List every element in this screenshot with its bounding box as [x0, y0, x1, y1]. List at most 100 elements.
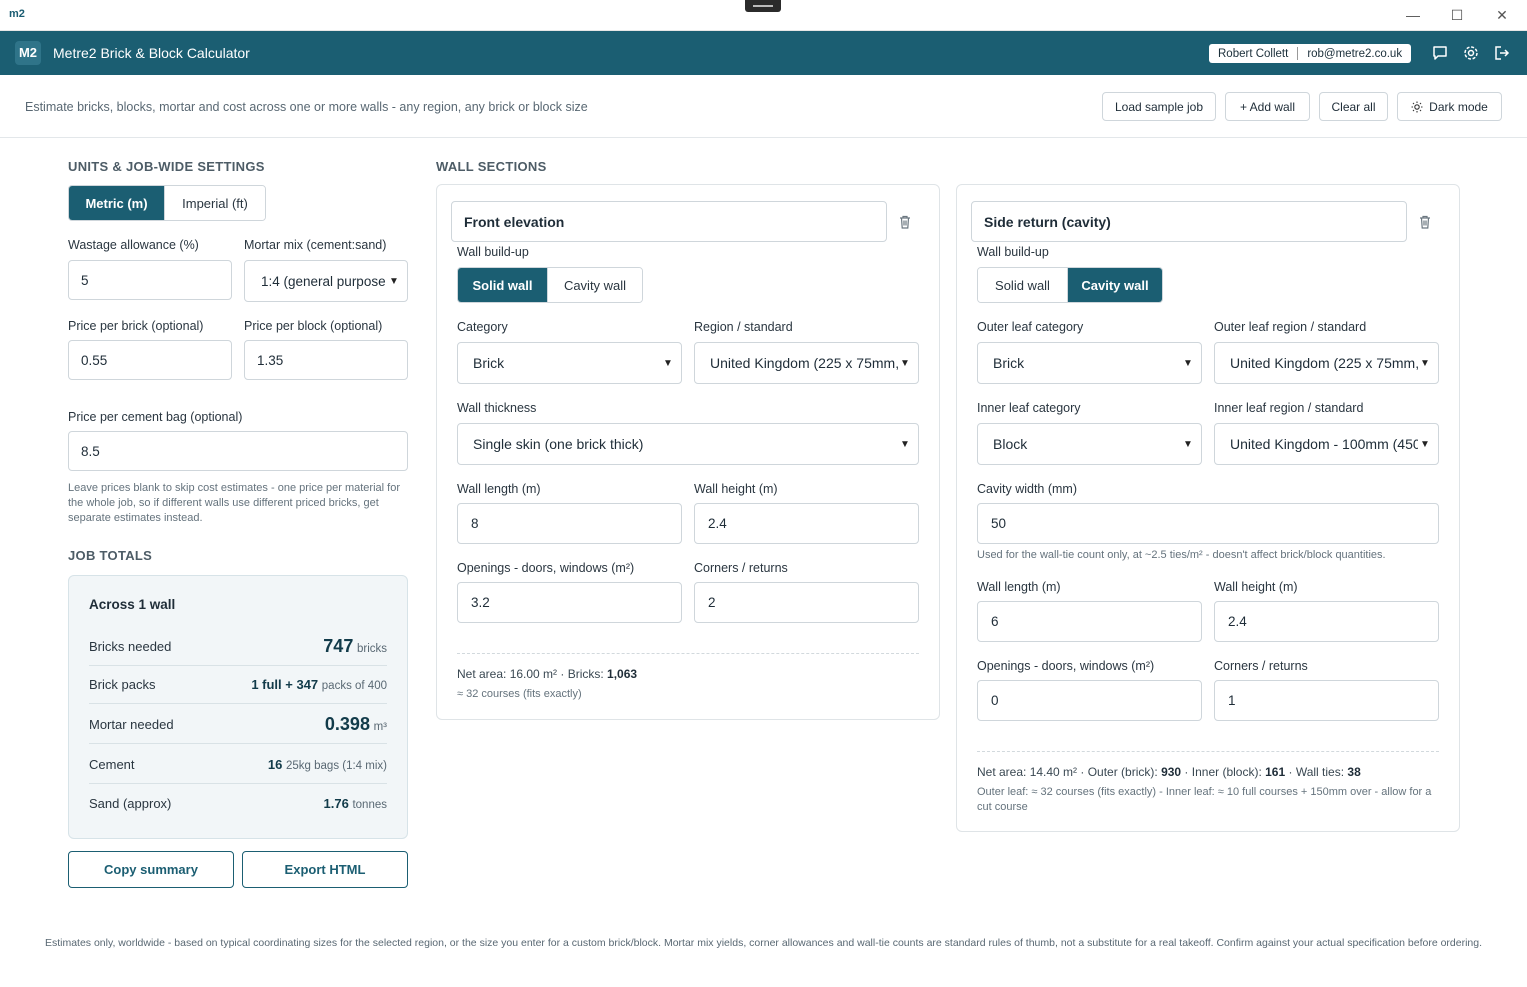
chevron-down-icon: ▼	[900, 438, 910, 450]
close-button[interactable]: ✕	[1487, 4, 1517, 26]
outer-region-value: United Kingdom (225 x 75mm, 65mm)	[1230, 355, 1418, 371]
height-label: Wall height (m)	[694, 482, 778, 496]
price-cement-label: Price per cement bag (optional)	[68, 410, 243, 424]
units-imperial-option[interactable]: Imperial (ft)	[164, 186, 265, 220]
region-select[interactable]: United Kingdom (225 x 75mm, 65mm) ▼	[694, 342, 919, 384]
app-title: Metre2 Brick & Block Calculator	[53, 45, 250, 61]
bricks-unit: bricks	[356, 643, 387, 655]
outer-category-select[interactable]: Brick ▼	[977, 342, 1202, 384]
chat-icon[interactable]	[1431, 44, 1449, 62]
height-input[interactable]: 2.4	[1214, 601, 1439, 642]
clear-all-button[interactable]: Clear all	[1319, 92, 1388, 121]
region-label: Region / standard	[694, 320, 793, 334]
minimize-button[interactable]: —	[1398, 4, 1428, 26]
wall-name-input[interactable]: Front elevation	[451, 201, 887, 242]
packs-unit: packs of 400	[321, 680, 387, 692]
thickness-select[interactable]: Single skin (one brick thick) ▼	[457, 423, 919, 465]
sun-icon	[1411, 101, 1423, 112]
units-metric-option[interactable]: Metric (m)	[69, 186, 164, 220]
thickness-value: Single skin (one brick thick)	[473, 436, 644, 452]
cavity-wall-option[interactable]: Cavity wall	[547, 268, 642, 302]
cavity-width-label: Cavity width (mm)	[977, 482, 1078, 496]
price-note: Leave prices blank to skip cost estimate…	[68, 482, 400, 524]
inner-region-select[interactable]: United Kingdom - 100mm (450 x 215) ▼	[1214, 423, 1439, 465]
dark-mode-button[interactable]: Dark mode	[1397, 92, 1502, 121]
corners-input[interactable]: 2	[694, 582, 919, 623]
bricks-label: Bricks needed	[89, 639, 172, 654]
length-input[interactable]: 8	[457, 503, 682, 544]
openings-input[interactable]: 3.2	[457, 582, 682, 623]
window-titlebar: m2 — ☐ ✕	[0, 0, 1527, 31]
wastage-input[interactable]: 5	[68, 260, 232, 300]
maximize-button[interactable]: ☐	[1442, 4, 1472, 26]
cavity-note: Used for the wall-tie count only, at ~2.…	[977, 549, 1386, 561]
buildup-toggle: Solid wall Cavity wall	[457, 267, 643, 303]
totals-row-mortar: Mortar needed 0.398 m³	[89, 706, 387, 744]
logout-icon[interactable]	[1493, 44, 1511, 62]
user-pill[interactable]: Robert Collett rob@metre2.co.uk	[1209, 44, 1412, 63]
length-input[interactable]: 6	[977, 601, 1202, 642]
category-value: Brick	[473, 355, 505, 371]
wastage-label: Wastage allowance (%)	[68, 238, 199, 252]
sand-unit: tonnes	[352, 798, 387, 811]
bricks-value: 747	[323, 636, 354, 656]
chevron-down-icon: ▼	[1183, 357, 1193, 369]
summary-text: Net area: 14.40 m² · Outer (brick):	[977, 765, 1162, 779]
sand-value: 1.76	[323, 795, 349, 811]
totals-heading: Across 1 wall	[89, 597, 176, 612]
chevron-down-icon: ▼	[1183, 438, 1193, 450]
wall-summary: Net area: 14.40 m² · Outer (brick): 930 …	[977, 765, 1361, 779]
corners-input[interactable]: 1	[1214, 680, 1439, 721]
totals-row-cement: Cement 16 25kg bags (1:4 mix)	[89, 746, 387, 784]
trash-icon[interactable]	[897, 214, 913, 230]
solid-wall-option[interactable]: Solid wall	[458, 268, 547, 302]
footer-disclaimer: Estimates only, worldwide - based on typ…	[44, 937, 1483, 949]
walls-section-title: WALL SECTIONS	[436, 159, 547, 174]
summary-outer: 930	[1161, 765, 1182, 779]
add-wall-button[interactable]: + Add wall	[1225, 92, 1310, 121]
category-select[interactable]: Brick ▼	[457, 342, 682, 384]
thickness-label: Wall thickness	[457, 401, 537, 415]
length-label: Wall length (m)	[457, 482, 541, 496]
mortar-value: 0.398	[324, 714, 370, 734]
gear-icon[interactable]	[1462, 44, 1480, 62]
app-header: M2 Metre2 Brick & Block Calculator Rober…	[0, 31, 1527, 75]
window-drag-handle[interactable]	[745, 0, 781, 12]
chevron-down-icon: ▼	[1420, 357, 1430, 369]
cavity-width-input[interactable]: 50	[977, 503, 1439, 544]
summary-inner: 161	[1265, 765, 1286, 779]
openings-input[interactable]: 0	[977, 680, 1202, 721]
app-logo: m2	[9, 8, 25, 20]
outer-region-select[interactable]: United Kingdom (225 x 75mm, 65mm) ▼	[1214, 342, 1439, 384]
page-description: Estimate bricks, blocks, mortar and cost…	[25, 100, 588, 114]
totals-row-sand: Sand (approx) 1.76 tonnes	[89, 784, 387, 822]
solid-wall-option[interactable]: Solid wall	[978, 268, 1067, 302]
wall-divider	[457, 653, 919, 654]
load-sample-button[interactable]: Load sample job	[1102, 92, 1216, 121]
inner-region-value: United Kingdom - 100mm (450 x 215)	[1230, 436, 1418, 452]
mortar-mix-select[interactable]: 1:4 (general purpose M ▼	[244, 260, 408, 302]
chevron-down-icon: ▼	[900, 357, 910, 369]
outer-region-label: Outer leaf region / standard	[1214, 320, 1367, 334]
outer-category-value: Brick	[993, 355, 1025, 371]
mortar-unit: m³	[373, 721, 387, 733]
buildup-toggle: Solid wall Cavity wall	[977, 267, 1163, 303]
wall-name-input[interactable]: Side return (cavity)	[971, 201, 1407, 242]
openings-label: Openings - doors, windows (m²)	[457, 561, 635, 575]
summary-bricks: 1,063	[607, 667, 638, 681]
inner-category-select[interactable]: Block ▼	[977, 423, 1202, 465]
copy-summary-button[interactable]: Copy summary	[68, 851, 234, 888]
mortar-mix-label: Mortar mix (cement:sand)	[244, 238, 387, 252]
cavity-wall-option[interactable]: Cavity wall	[1067, 268, 1162, 302]
cement-label: Cement	[89, 757, 135, 772]
export-html-button[interactable]: Export HTML	[242, 851, 408, 888]
wall-courses: Outer leaf: ≈ 32 courses (fits exactly) …	[977, 786, 1432, 813]
mortar-mix-value: 1:4 (general purpose M	[261, 273, 387, 289]
inner-category-value: Block	[993, 436, 1028, 452]
height-input[interactable]: 2.4	[694, 503, 919, 544]
price-block-input[interactable]: 1.35	[244, 340, 408, 380]
settings-section-title: UNITS & JOB-WIDE SETTINGS	[68, 159, 265, 174]
price-cement-input[interactable]: 8.5	[68, 431, 408, 471]
trash-icon[interactable]	[1417, 214, 1433, 230]
price-brick-input[interactable]: 0.55	[68, 340, 232, 380]
